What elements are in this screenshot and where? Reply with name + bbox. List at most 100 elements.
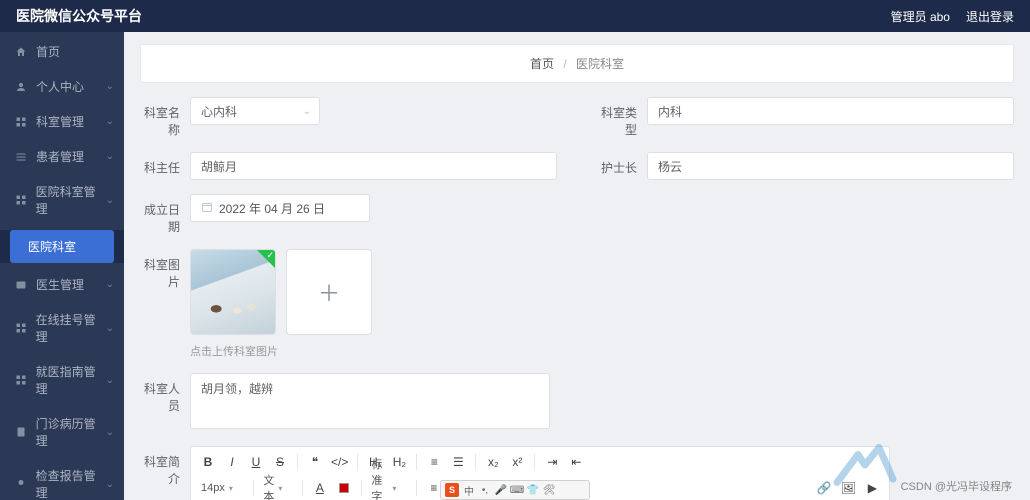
font-size-select[interactable]: 14px <box>197 478 247 498</box>
sidebar-item-doctor-mgmt[interactable]: 医生管理 ⌄ <box>0 267 124 302</box>
image-button[interactable]: 🖼 <box>837 477 859 499</box>
staff-label: 科室人员 <box>140 373 190 414</box>
color-swatch-icon <box>339 483 349 493</box>
heading2-button[interactable]: H₂ <box>388 451 410 473</box>
ime-voice-icon[interactable]: 🎤 <box>495 484 507 496</box>
superscript-button[interactable]: x² <box>506 451 528 473</box>
dept-type-label: 科室类型 <box>597 97 647 138</box>
ime-skin-icon[interactable]: 👕 <box>527 484 539 496</box>
sidebar-item-patient-mgmt[interactable]: 患者管理 ⌄ <box>0 139 124 174</box>
dept-form: 科室名称 心内科 ⌄ 科室类型 科主 <box>140 97 1014 500</box>
chevron-down-icon: ⌄ <box>106 479 114 490</box>
founded-date-value: 2022 年 04 月 26 日 <box>219 200 325 217</box>
background-color-button[interactable] <box>333 477 355 499</box>
sidebar-item-record-mgmt[interactable]: 门诊病历管理 ⌄ <box>0 406 124 458</box>
director-input[interactable] <box>190 152 557 180</box>
grid-icon <box>14 193 28 207</box>
sidebar-item-label: 门诊病历管理 <box>36 415 106 449</box>
font-color-button[interactable]: A <box>309 477 331 499</box>
separator <box>297 454 298 470</box>
link-button[interactable]: 🔗 <box>813 477 835 499</box>
chevron-down-icon: ⌄ <box>106 151 114 162</box>
chevron-down-icon: ⌄ <box>106 279 114 290</box>
unordered-list-button[interactable]: ☰ <box>447 451 469 473</box>
upload-hint: 点击上传科室图片 <box>190 343 1014 359</box>
pin-icon <box>14 477 28 491</box>
chevron-down-icon: ⌄ <box>106 375 114 386</box>
chevron-down-icon: ⌄ <box>106 323 114 334</box>
sidebar-item-label: 医院科室管理 <box>36 183 106 217</box>
ime-keyboard-icon[interactable]: ⌨ <box>511 484 523 496</box>
bold-button[interactable]: B <box>197 451 219 473</box>
head-nurse-input[interactable] <box>647 152 1014 180</box>
plus-icon: ＋ <box>318 276 340 308</box>
sidebar-item-report-mgmt[interactable]: 检查报告管理 ⌄ <box>0 458 124 500</box>
app-header: 医院微信公众号平台 管理员 abo 退出登录 <box>0 0 1030 32</box>
card-icon <box>14 278 28 292</box>
sidebar-item-label: 首页 <box>36 43 60 60</box>
ordered-list-button[interactable]: ≡ <box>423 451 445 473</box>
dept-image-label: 科室图片 <box>140 249 190 290</box>
logout-link[interactable]: 退出登录 <box>966 8 1014 25</box>
chevron-down-icon: ⌄ <box>303 106 311 117</box>
calendar-icon <box>201 201 213 216</box>
sidebar-item-label: 检查报告管理 <box>36 467 106 500</box>
font-style-select[interactable]: 文本 <box>259 478 296 498</box>
indent-button[interactable]: ⇥ <box>541 451 563 473</box>
director-label: 科主任 <box>140 152 190 176</box>
check-icon <box>257 250 275 268</box>
subscript-button[interactable]: x₂ <box>482 451 504 473</box>
dept-name-value: 心内科 <box>201 103 237 120</box>
sidebar-item-registration-mgmt[interactable]: 在线挂号管理 ⌄ <box>0 302 124 354</box>
dept-type-input[interactable] <box>647 97 1014 125</box>
chevron-down-icon: ⌄ <box>106 427 114 438</box>
breadcrumb-home[interactable]: 首页 <box>530 57 554 71</box>
dept-name-select[interactable]: 心内科 ⌄ <box>190 97 320 125</box>
italic-button[interactable]: I <box>221 451 243 473</box>
sidebar-item-guide-mgmt[interactable]: 就医指南管理 ⌄ <box>0 354 124 406</box>
strikethrough-button[interactable]: S <box>269 451 291 473</box>
add-image-button[interactable]: ＋ <box>286 249 372 335</box>
underline-button[interactable]: U <box>245 451 267 473</box>
sidebar-item-home[interactable]: 首页 <box>0 34 124 69</box>
blockquote-button[interactable]: ❝ <box>304 451 326 473</box>
ime-punct-icon[interactable]: •, <box>479 484 491 496</box>
ime-toolbox-icon[interactable]: 🛠 <box>543 484 555 496</box>
outdent-button[interactable]: ⇤ <box>565 451 587 473</box>
sidebar-item-label: 就医指南管理 <box>36 363 106 397</box>
sidebar-item-hospital-dept-mgmt[interactable]: 医院科室管理 ⌄ <box>0 174 124 226</box>
grid-icon <box>14 321 28 335</box>
dept-name-label: 科室名称 <box>140 97 190 138</box>
sidebar-item-label: 患者管理 <box>36 148 84 165</box>
sidebar-submenu: 医院科室 <box>0 230 124 263</box>
code-button[interactable]: </> <box>328 451 351 473</box>
separator <box>534 454 535 470</box>
main-content: 首页 / 医院科室 科室名称 心内科 ⌄ 科室类型 <box>124 32 1030 500</box>
sidebar-item-label: 医生管理 <box>36 276 84 293</box>
video-button[interactable]: ▶ <box>861 477 883 499</box>
separator <box>357 454 358 470</box>
founded-date-input[interactable]: 2022 年 04 月 26 日 <box>190 194 370 222</box>
admin-label[interactable]: 管理员 abo <box>891 8 950 25</box>
chevron-down-icon: ⌄ <box>106 195 114 206</box>
doc-icon <box>14 425 28 439</box>
sidebar-item-hospital-dept[interactable]: 医院科室 <box>10 230 114 263</box>
ime-lang-icon[interactable]: 中 <box>463 484 475 496</box>
list-icon <box>14 150 28 164</box>
uploaded-image[interactable] <box>190 249 276 335</box>
ime-toolbar[interactable]: S 中 •, 🎤 ⌨ 👕 🛠 <box>440 480 590 500</box>
font-family-select[interactable]: 标准字体 <box>367 478 410 498</box>
app-title: 医院微信公众号平台 <box>16 6 142 26</box>
header-right: 管理员 abo 退出登录 <box>891 8 1014 25</box>
sidebar: 首页 个人中心 ⌄ 科室管理 ⌄ 患者管理 ⌄ 医院科室管理 ⌄ 医院科室 医生 <box>0 32 124 500</box>
separator <box>416 454 417 470</box>
head-nurse-label: 护士长 <box>597 152 647 176</box>
chevron-down-icon: ⌄ <box>106 116 114 127</box>
sidebar-item-dept-mgmt[interactable]: 科室管理 ⌄ <box>0 104 124 139</box>
staff-textarea[interactable] <box>190 373 550 429</box>
intro-label: 科室简介 <box>140 446 190 487</box>
sidebar-item-label: 科室管理 <box>36 113 84 130</box>
breadcrumb: 首页 / 医院科室 <box>140 44 1014 83</box>
sidebar-item-profile[interactable]: 个人中心 ⌄ <box>0 69 124 104</box>
founded-date-label: 成立日期 <box>140 194 190 235</box>
